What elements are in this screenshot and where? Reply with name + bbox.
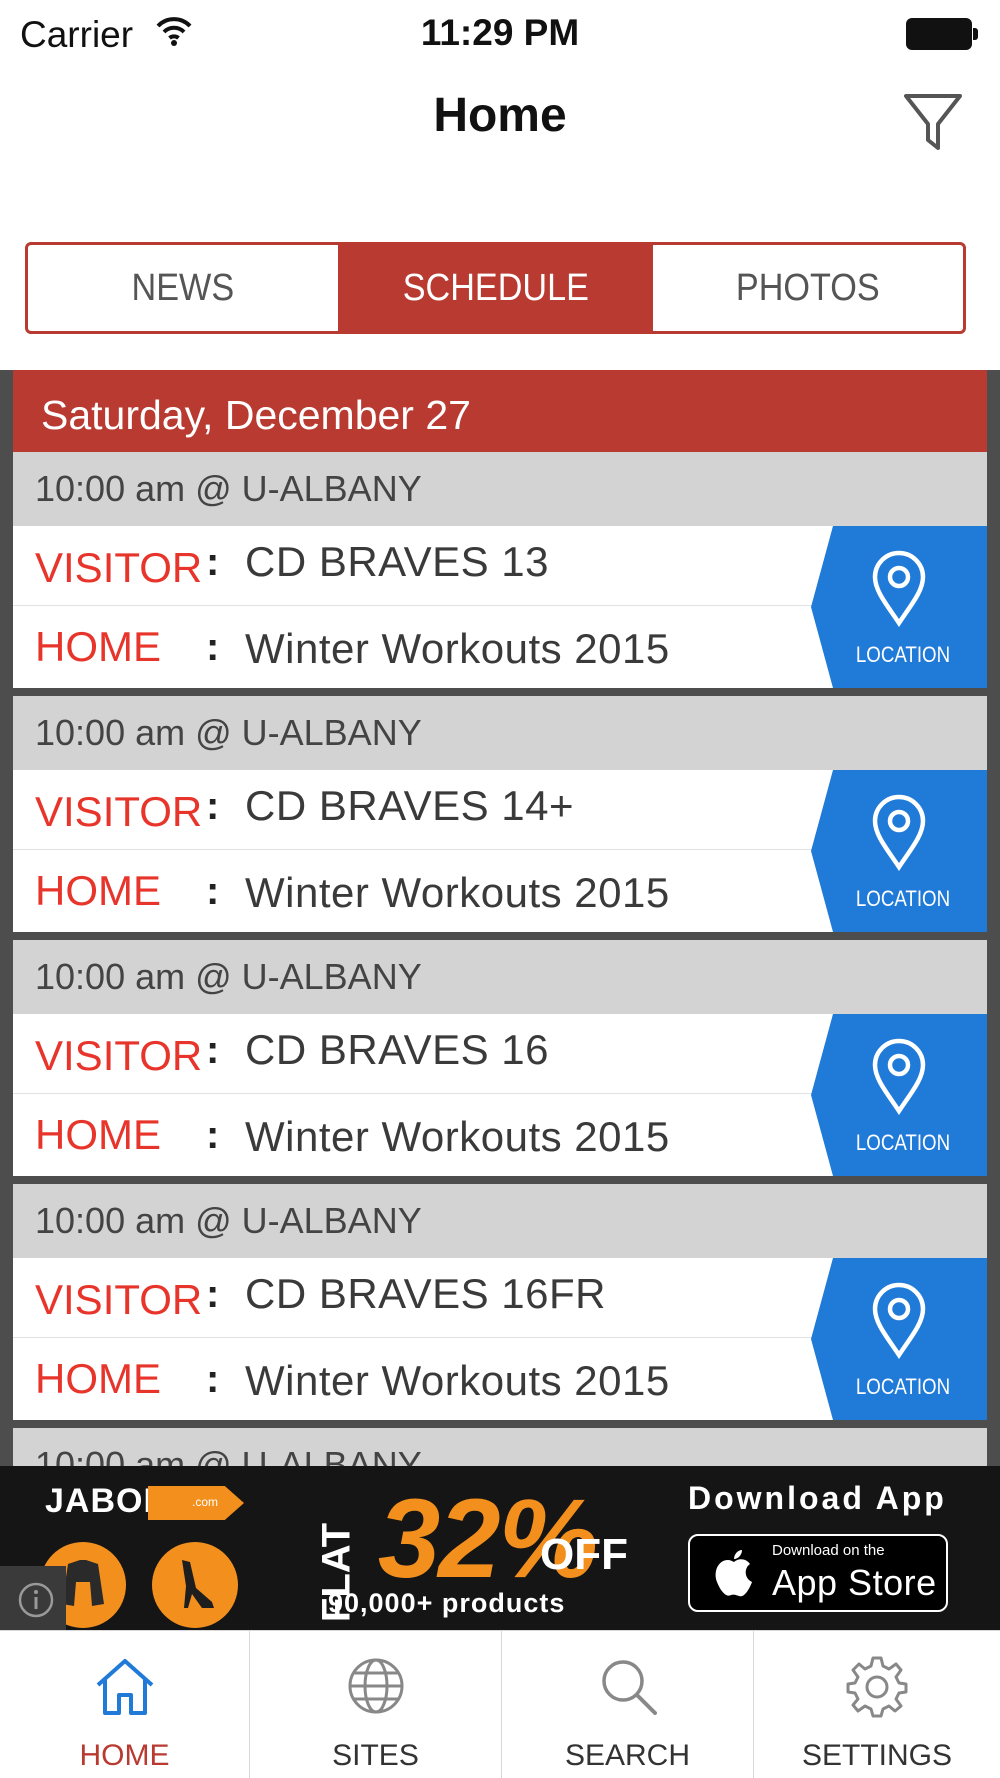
game-card[interactable]: 10:00 am @ U-ALBANY VISITOR : CD BRAVES … <box>13 940 987 1176</box>
tab-search-label: SEARCH <box>564 1739 691 1772</box>
ad-cta: Download App <box>688 1480 947 1516</box>
home-team: Winter Workouts 2015 <box>245 869 670 916</box>
home-row: HOME : Winter Workouts 2015 <box>13 1339 843 1419</box>
segmented-control: NEWS SCHEDULE PHOTOS <box>25 242 966 334</box>
location-label: LOCATION <box>855 1130 951 1155</box>
tab-schedule[interactable]: SCHEDULE <box>337 245 651 331</box>
home-icon <box>96 1659 153 1715</box>
status-bar: Carrier 11:29 PM <box>0 0 1000 68</box>
location-pin-icon <box>872 1282 926 1359</box>
page-title: Home <box>433 89 567 142</box>
globe-icon <box>348 1658 403 1714</box>
ad-off-text: OFF <box>540 1530 628 1579</box>
home-label: HOME <box>35 1355 161 1402</box>
clock: 11:29 PM <box>420 12 580 53</box>
tab-photos[interactable]: PHOTOS <box>650 245 963 331</box>
game-card[interactable]: 10:00 am @ U-ALBANY VISITOR : CD BRAVES … <box>13 452 987 688</box>
ad-brand-suffix: .com <box>192 1495 219 1509</box>
visitor-label: VISITOR <box>35 788 203 835</box>
tab-news[interactable]: NEWS <box>28 245 338 331</box>
tab-bar: HOME SITES SEARCH SETTINGS <box>0 1630 1000 1778</box>
tab-news-label: NEWS <box>131 266 235 309</box>
location-label: LOCATION <box>855 642 951 667</box>
ad-banner[interactable]: JABONG .com FLAT 32% OFF 90,000+ product… <box>0 1466 1000 1630</box>
tab-settings-label: SETTINGS <box>801 1739 952 1772</box>
separator: : <box>206 1113 220 1157</box>
visitor-team: CD BRAVES 13 <box>245 538 549 585</box>
game-time-venue: 10:00 am @ U-ALBANY <box>35 468 422 509</box>
ad-brand-tag: .com <box>148 1486 244 1520</box>
visitor-row: VISITOR : CD BRAVES 14+ <box>13 770 843 850</box>
game-header: 10:00 am @ U-ALBANY <box>13 696 987 770</box>
home-team: Winter Workouts 2015 <box>245 1113 670 1160</box>
tab-sites[interactable]: SITES <box>249 1631 501 1778</box>
visitor-label: VISITOR <box>35 544 203 591</box>
visitor-row: VISITOR : CD BRAVES 16FR <box>13 1258 843 1338</box>
location-pin-icon <box>872 1038 926 1115</box>
home-label: HOME <box>35 867 161 914</box>
tab-sites-label: SITES <box>332 1739 419 1772</box>
battery-icon <box>906 18 978 50</box>
separator: : <box>206 869 220 913</box>
game-time-venue: 10:00 am @ U-ALBANY <box>35 956 422 997</box>
date-section-header: Saturday, December 27 <box>13 370 987 452</box>
home-team: Winter Workouts 2015 <box>245 1357 670 1404</box>
visitor-team: CD BRAVES 16 <box>245 1026 549 1073</box>
game-time-venue: 10:00 am @ U-ALBANY <box>35 1200 422 1241</box>
ad-products-text: 90,000+ products <box>328 1588 566 1618</box>
visitor-row: VISITOR : CD BRAVES 13 <box>13 526 843 606</box>
location-pin-icon <box>872 550 926 627</box>
app-store-badge[interactable]: Download on the App Store <box>688 1534 948 1612</box>
info-icon <box>18 1582 54 1618</box>
filter-icon <box>904 94 962 150</box>
tab-home[interactable]: HOME <box>0 1631 249 1778</box>
filter-button[interactable] <box>900 90 966 156</box>
separator: : <box>206 625 220 669</box>
store-badge-title: App Store <box>772 1562 937 1603</box>
gear-icon <box>846 1656 908 1718</box>
schedule-list[interactable]: Saturday, December 27 10:00 am @ U-ALBAN… <box>0 370 1000 1466</box>
game-header-partial[interactable]: 10:00 am @ U-ALBANY <box>13 1428 987 1466</box>
visitor-label: VISITOR <box>35 1276 203 1323</box>
location-pin-icon <box>872 794 926 871</box>
home-label: HOME <box>35 1111 161 1158</box>
separator: : <box>206 540 220 584</box>
store-badge-caption: Download on the <box>772 1542 885 1559</box>
tab-home-label: HOME <box>79 1739 170 1772</box>
visitor-team: CD BRAVES 14+ <box>245 782 575 829</box>
home-row: HOME : Winter Workouts 2015 <box>13 851 843 931</box>
game-header: 10:00 am @ U-ALBANY <box>13 1184 987 1258</box>
game-time-venue: 10:00 am @ U-ALBANY <box>35 712 422 753</box>
visitor-team: CD BRAVES 16FR <box>245 1270 606 1317</box>
tab-settings[interactable]: SETTINGS <box>753 1631 1000 1778</box>
home-label: HOME <box>35 623 161 670</box>
section-date: Saturday, December 27 <box>41 392 471 438</box>
game-time-venue: 10:00 am @ U-ALBANY <box>35 1444 422 1466</box>
home-row: HOME : Winter Workouts 2015 <box>13 607 843 687</box>
separator: : <box>206 1272 220 1316</box>
tab-search[interactable]: SEARCH <box>501 1631 753 1778</box>
game-header: 10:00 am @ U-ALBANY <box>13 940 987 1014</box>
location-label: LOCATION <box>855 886 951 911</box>
home-team: Winter Workouts 2015 <box>245 625 670 672</box>
tab-schedule-label: SCHEDULE <box>402 266 589 309</box>
game-header: 10:00 am @ U-ALBANY <box>13 452 987 526</box>
visitor-row: VISITOR : CD BRAVES 16 <box>13 1014 843 1094</box>
separator: : <box>206 1028 220 1072</box>
separator: : <box>206 1357 220 1401</box>
separator: : <box>206 784 220 828</box>
game-card[interactable]: 10:00 am @ U-ALBANY VISITOR : CD BRAVES … <box>13 1184 987 1420</box>
location-label: LOCATION <box>855 1374 951 1399</box>
search-icon <box>601 1660 657 1715</box>
visitor-label: VISITOR <box>35 1032 203 1079</box>
heel-product-image <box>152 1542 238 1628</box>
ad-info-button[interactable] <box>0 1566 66 1630</box>
game-card[interactable]: 10:00 am @ U-ALBANY VISITOR : CD BRAVES … <box>13 696 987 932</box>
tab-photos-label: PHOTOS <box>736 266 881 309</box>
apple-icon <box>715 1550 752 1597</box>
home-row: HOME : Winter Workouts 2015 <box>13 1095 843 1175</box>
